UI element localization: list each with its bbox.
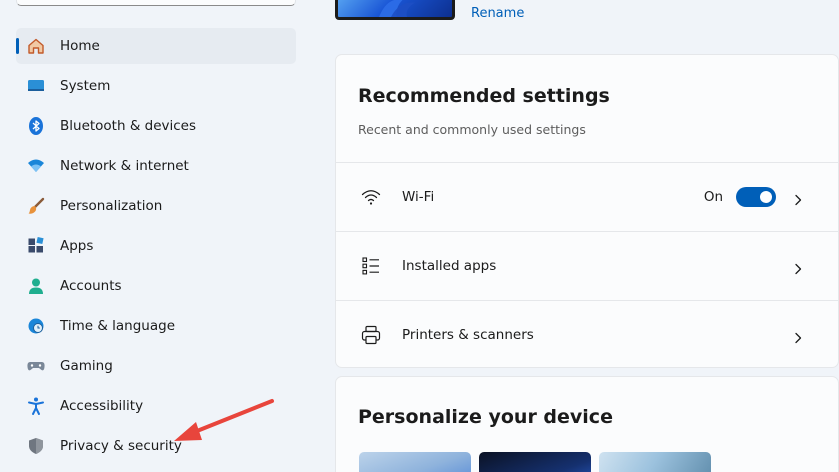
sidebar-item-network[interactable]: Network & internet (16, 148, 296, 184)
sidebar-nav: Home System Bluetooth & devices Network … (16, 28, 296, 468)
wifi-toggle[interactable] (736, 186, 776, 207)
sidebar-item-label: Accessibility (60, 398, 144, 414)
wallpaper-option-1[interactable] (359, 452, 471, 472)
installed-apps-row[interactable]: Installed apps (336, 231, 838, 299)
accounts-icon (26, 276, 46, 296)
time-language-icon (26, 316, 46, 336)
chevron-right-icon[interactable] (792, 191, 804, 205)
sidebar-item-label: Apps (60, 238, 94, 254)
wifi-label: Wi-Fi (402, 188, 435, 205)
sidebar-item-accessibility[interactable]: Accessibility (16, 388, 296, 424)
bluetooth-icon (26, 116, 46, 136)
chevron-right-icon[interactable] (792, 329, 804, 343)
sidebar-item-time-language[interactable]: Time & language (16, 308, 296, 344)
personalize-device-title: Personalize your device (358, 406, 613, 428)
device-wallpaper-thumbnail (335, 0, 455, 20)
sidebar-item-label: System (60, 78, 111, 94)
sidebar-item-label: Gaming (60, 358, 113, 374)
sidebar-item-label: Privacy & security (60, 438, 182, 454)
rename-link[interactable]: Rename (471, 6, 524, 21)
windows-bloom-icon (379, 0, 415, 17)
recommended-settings-card: Recommended settings Recent and commonly… (335, 54, 839, 368)
sidebar-item-accounts[interactable]: Accounts (16, 268, 296, 304)
printers-scanners-label: Printers & scanners (402, 326, 534, 343)
sidebar-item-bluetooth[interactable]: Bluetooth & devices (16, 108, 296, 144)
chevron-right-icon[interactable] (792, 260, 804, 274)
list-icon (360, 255, 382, 277)
apps-icon (26, 236, 46, 256)
sidebar-item-home[interactable]: Home (16, 28, 296, 64)
system-icon (26, 76, 46, 96)
printer-icon (360, 324, 382, 346)
sidebar-item-gaming[interactable]: Gaming (16, 348, 296, 384)
installed-apps-label: Installed apps (402, 257, 497, 274)
search-input[interactable] (16, 0, 296, 6)
recommended-settings-subtitle: Recent and commonly used settings (358, 122, 586, 137)
sidebar-item-label: Network & internet (60, 158, 189, 174)
sidebar-item-privacy-security[interactable]: Privacy & security (16, 428, 296, 464)
sidebar-item-label: Bluetooth & devices (60, 118, 197, 134)
sidebar-item-label: Accounts (60, 278, 122, 294)
sidebar-item-apps[interactable]: Apps (16, 228, 296, 264)
sidebar-item-label: Home (60, 38, 100, 54)
sidebar-item-label: Time & language (60, 318, 176, 334)
wifi-row[interactable]: Wi-Fi On (336, 162, 838, 230)
wifi-toggle-state: On (703, 188, 723, 205)
recommended-settings-title: Recommended settings (358, 85, 610, 107)
gaming-icon (26, 356, 46, 376)
brush-icon (26, 196, 46, 216)
sidebar-item-personalization[interactable]: Personalization (16, 188, 296, 224)
wallpaper-option-3[interactable] (599, 452, 711, 472)
wifi-icon (360, 186, 382, 208)
sidebar-item-system[interactable]: System (16, 68, 296, 104)
home-icon (26, 36, 46, 56)
network-icon (26, 156, 46, 176)
personalize-device-card: Personalize your device (335, 376, 839, 472)
printers-scanners-row[interactable]: Printers & scanners (336, 300, 838, 368)
shield-icon (26, 436, 46, 456)
accessibility-icon (26, 396, 46, 416)
wallpaper-option-2[interactable] (479, 452, 591, 472)
sidebar-item-label: Personalization (60, 198, 163, 214)
